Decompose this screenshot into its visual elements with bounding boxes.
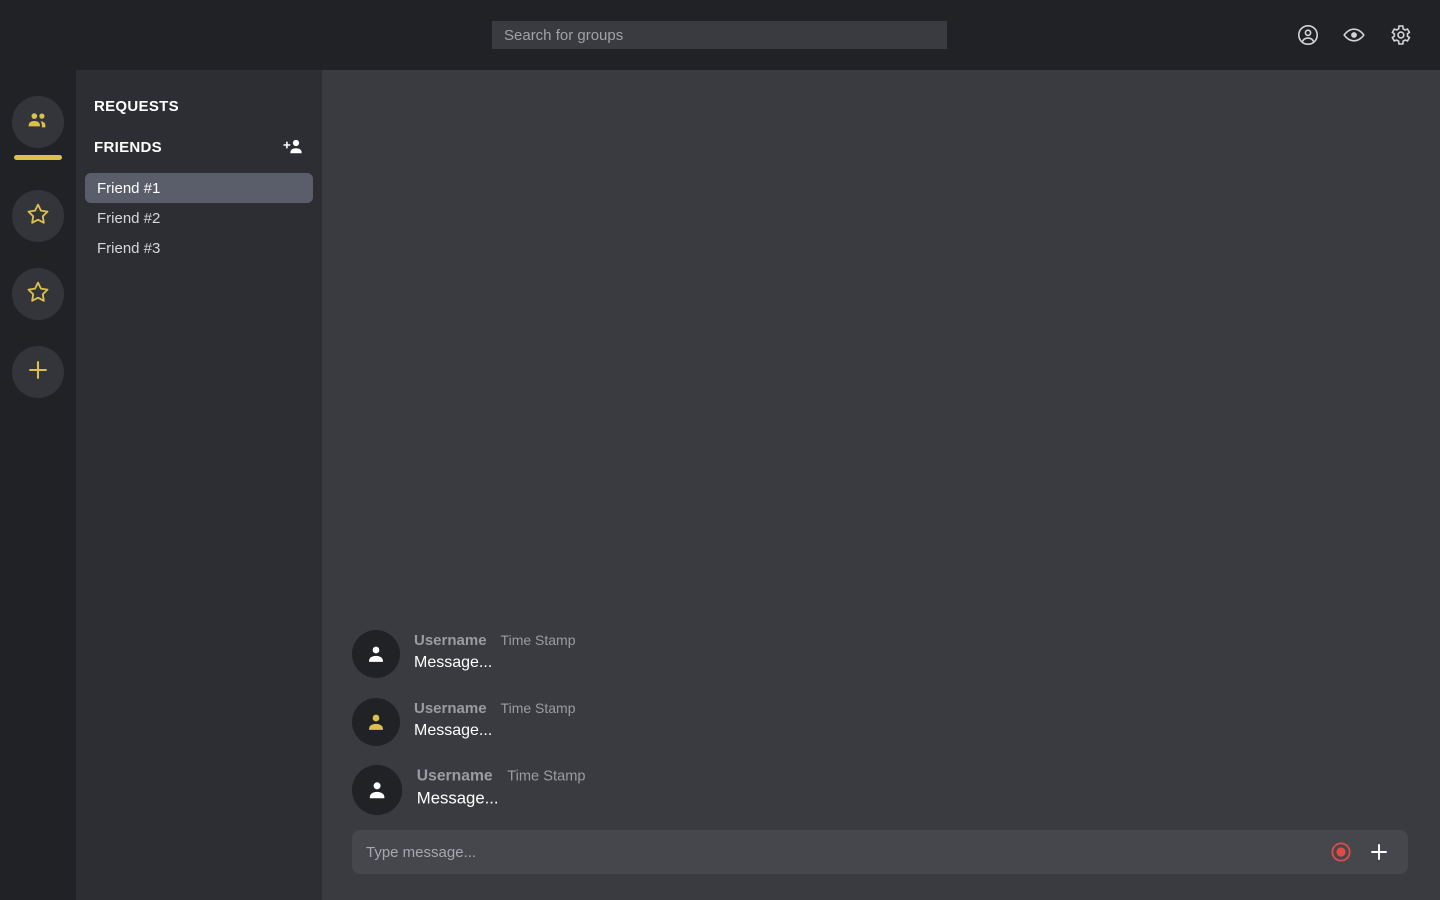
message-text: Message... [416, 790, 499, 808]
message-row: Username Time Stamp Message... [352, 688, 1410, 756]
rail-item-friends[interactable] [12, 96, 64, 160]
message-meta: Username Time Stamp [417, 767, 586, 785]
rail-button[interactable] [12, 346, 64, 398]
message-list: Username Time Stamp Message... Username … [322, 70, 1440, 830]
message-row: Username Time Stamp Message... [352, 754, 1440, 825]
rail-item-favorites-1[interactable] [12, 190, 64, 242]
friend-list-item[interactable]: Friend #2 [85, 203, 313, 233]
message-body: Username Time Stamp Message... [414, 630, 576, 672]
people-group-icon [25, 107, 51, 138]
avatar[interactable] [352, 630, 400, 678]
rail-active-indicator [14, 155, 62, 160]
search-input[interactable] [492, 21, 947, 49]
message-body: Username Time Stamp Message... [417, 765, 586, 809]
top-bar [0, 0, 1440, 70]
friends-panel: REQUESTS FRIENDS Friend #1 Friend #2 Fri… [76, 70, 322, 900]
search-container [492, 21, 947, 49]
star-outline-icon [25, 201, 51, 232]
left-rail [0, 70, 76, 900]
person-add-icon[interactable] [281, 135, 305, 159]
eye-icon[interactable] [1342, 23, 1366, 47]
star-outline-icon [25, 279, 51, 310]
person-icon [369, 646, 383, 662]
message-username: Username [414, 632, 487, 649]
message-username: Username [414, 700, 487, 717]
message-text: Message... [414, 722, 493, 739]
message-input[interactable] [366, 843, 1318, 861]
avatar[interactable] [352, 698, 400, 746]
gear-icon[interactable] [1388, 23, 1412, 47]
chat-area: Username Time Stamp Message... Username … [322, 70, 1440, 900]
avatar[interactable] [352, 764, 403, 816]
account-circle-icon[interactable] [1296, 23, 1320, 47]
person-icon [369, 714, 383, 730]
top-bar-icons [1296, 0, 1412, 70]
message-text: Message... [414, 654, 493, 671]
plus-icon [24, 356, 52, 389]
record-button-icon[interactable] [1326, 837, 1356, 867]
friend-list-item[interactable]: Friend #3 [85, 233, 313, 263]
composer [352, 830, 1408, 874]
body-row: REQUESTS FRIENDS Friend #1 Friend #2 Fri… [0, 70, 1440, 900]
message-timestamp: Time Stamp [500, 632, 576, 648]
app-root: REQUESTS FRIENDS Friend #1 Friend #2 F [0, 0, 1440, 900]
message-username: Username [416, 767, 493, 785]
rail-button[interactable] [12, 96, 64, 148]
rail-item-add[interactable] [12, 346, 64, 398]
rail-button[interactable] [12, 190, 64, 242]
message-meta: Username Time Stamp [414, 700, 576, 717]
friends-header[interactable]: FRIENDS [85, 139, 162, 156]
requests-header[interactable]: REQUESTS [85, 98, 313, 115]
composer-container [322, 830, 1440, 900]
message-row: Username Time Stamp Message... [352, 620, 1410, 688]
friend-name: Friend #1 [97, 179, 161, 197]
message-body: Username Time Stamp Message... [414, 698, 576, 740]
friend-list-item[interactable]: Friend #1 [85, 173, 313, 203]
add-attachment-plus-icon[interactable] [1364, 837, 1394, 867]
message-timestamp: Time Stamp [500, 700, 576, 716]
person-icon [369, 782, 385, 799]
friend-name: Friend #3 [97, 239, 161, 257]
rail-item-favorites-2[interactable] [12, 268, 64, 320]
message-timestamp: Time Stamp [507, 767, 586, 784]
message-meta: Username Time Stamp [414, 632, 576, 649]
friends-header-row: FRIENDS [85, 135, 313, 159]
rail-button[interactable] [12, 268, 64, 320]
friend-name: Friend #2 [97, 209, 161, 227]
